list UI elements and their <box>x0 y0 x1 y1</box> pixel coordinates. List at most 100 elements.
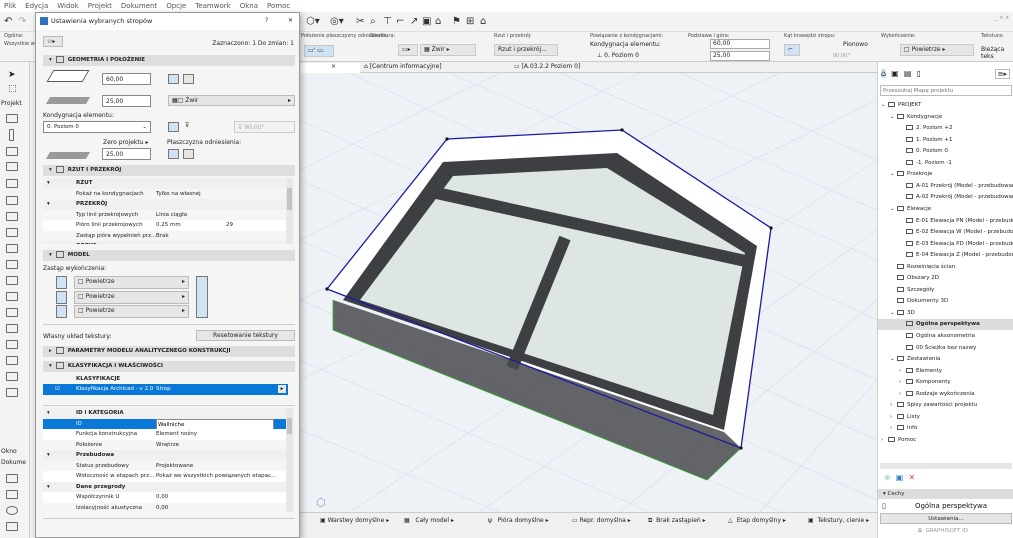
navigator-item[interactable]: › Pomoc <box>878 435 1013 446</box>
view-map-icon[interactable]: ▣ <box>891 69 899 78</box>
property-row[interactable]: Funkcja konstrukcyjna Element nośny <box>43 429 288 440</box>
properties-scrollbar[interactable] <box>286 408 293 512</box>
expand-icon[interactable] <box>890 285 897 296</box>
zone-tool-icon[interactable] <box>6 340 18 349</box>
navigator-item[interactable]: 0. Poziom 0 <box>878 146 1013 157</box>
navigator-item[interactable]: › Komponenty <box>878 377 1013 388</box>
navigator-item[interactable]: › Listy <box>878 412 1013 423</box>
layers-button[interactable]: ▣ Warstwy domyślne ▸ <box>320 517 389 524</box>
box-icon[interactable]: ▣ <box>422 16 431 27</box>
reset-texture-button[interactable]: Resetowanie tekstury <box>196 330 295 341</box>
expand-icon[interactable] <box>899 216 906 227</box>
bottom-surface-icon[interactable] <box>56 305 67 318</box>
representation-button[interactable]: ▭ Repr. domyślna ▸ <box>572 517 631 524</box>
home-icon[interactable]: ⌂ <box>480 16 486 27</box>
layout-book-icon[interactable]: ▤ <box>904 69 912 78</box>
level-tool-icon[interactable] <box>6 490 18 499</box>
collapse-icon[interactable]: ▾ <box>47 199 50 210</box>
expand-icon[interactable]: ⌄ <box>890 204 897 215</box>
expand-icon[interactable] <box>890 262 897 273</box>
navigator-menu-icon[interactable]: ≡▸ <box>994 69 1010 79</box>
shell-tool-icon[interactable] <box>6 196 18 205</box>
menu-okna[interactable]: Okna <box>240 2 258 10</box>
expand-icon[interactable] <box>899 343 906 354</box>
navigator-item[interactable]: ⌄ 3D <box>878 308 1013 319</box>
expand-icon[interactable]: ⌄ <box>890 169 897 180</box>
navigator-item[interactable]: E-04 Elewacja Z (Model - przebudowanie) <box>878 250 1013 261</box>
arrow-tool-icon[interactable]: ➤ <box>8 70 16 80</box>
undo-icon[interactable]: ↶ <box>4 16 12 27</box>
structure-composite-button[interactable] <box>183 74 194 84</box>
window-controls[interactable]: _ ▫ x <box>995 14 1009 21</box>
expand-icon[interactable] <box>899 181 906 192</box>
graphisoft-id[interactable]: ⧉ GRAPHISOFT ID <box>918 528 968 535</box>
menu-teamwork[interactable]: Teamwork <box>195 2 230 10</box>
expand-icon[interactable] <box>890 273 897 284</box>
property-value[interactable]: Element nośny <box>156 429 197 440</box>
checkbox-checked-icon[interactable]: ☑ <box>55 384 60 395</box>
expand-icon[interactable] <box>899 135 906 146</box>
classification-row[interactable]: ☑ Klasyfikacja Archicad - v 2.0 Strop ▸ <box>43 384 288 395</box>
chain-link-icon[interactable] <box>196 276 208 318</box>
settings-button[interactable]: Ustawienia... <box>880 513 1012 524</box>
camera-tool-icon[interactable] <box>6 388 18 397</box>
expand-icon[interactable] <box>890 296 897 307</box>
curve-icon[interactable]: ↗ <box>410 16 418 27</box>
property-value[interactable]: Pokaż we wszystkich powiązanych etapac..… <box>156 471 276 482</box>
expand-icon[interactable]: ⌄ <box>890 308 897 319</box>
publisher-icon[interactable]: ▯ <box>916 69 920 78</box>
navigator-item[interactable]: Ogólna perspektywa <box>878 319 1013 331</box>
structure-select[interactable]: ▦□ Żwir ▸ <box>168 95 295 106</box>
door-tool-icon[interactable] <box>6 260 18 269</box>
phase-button[interactable]: △ Etap domyślny ▸ <box>728 517 786 524</box>
finish-select[interactable]: □ Powietrze ▸ <box>900 44 974 56</box>
navigator-item[interactable]: › Elementy <box>878 366 1013 377</box>
model-section-header[interactable]: ▾ MODEL <box>43 250 295 261</box>
navigator-item[interactable]: Szczegóły <box>878 285 1013 296</box>
close-button[interactable]: ✕ <box>288 17 293 24</box>
tab-blank[interactable] <box>300 63 360 73</box>
geometry-section-header[interactable]: ▾ GEOMETRIA I POŁOŻENIE <box>43 55 295 66</box>
menu-dokument[interactable]: Dokument <box>121 2 157 10</box>
top-input[interactable]: 60,00 <box>710 39 770 49</box>
project-zero-label[interactable]: Zero projektu ▸ <box>103 139 148 146</box>
edge-angle-icon[interactable]: ⊽ <box>185 122 189 129</box>
delete-icon[interactable]: ✕ <box>908 473 915 482</box>
structure-basic-button[interactable] <box>168 74 179 84</box>
slab-tool-icon[interactable] <box>6 162 18 171</box>
structure-icon[interactable]: ⊞ <box>466 16 474 27</box>
property-value[interactable]: Tylko na własnej <box>156 189 201 200</box>
line-tool-icon[interactable] <box>6 522 18 531</box>
property-value[interactable]: Wnętrze <box>156 440 179 451</box>
texture-value[interactable]: Bieżąca teks <box>981 46 1013 60</box>
curtain-wall-tool-icon[interactable] <box>6 244 18 253</box>
property-row[interactable]: Typ linii przekrojowych Linia ciągła <box>43 209 288 221</box>
expand-icon[interactable]: ⌄ <box>890 354 897 365</box>
magic-wand-icon[interactable]: ⌕ <box>370 16 376 27</box>
collapse-icon[interactable]: ▾ <box>47 482 50 493</box>
expand-icon[interactable]: › <box>899 377 906 388</box>
collapse-icon[interactable]: ▾ <box>47 408 50 419</box>
orbit-icon[interactable]: ◎▾ <box>330 16 344 27</box>
object-tool-icon[interactable] <box>6 308 18 317</box>
property-row[interactable]: Pokaż na kondygnacjach Tylko na własnej <box>43 188 288 200</box>
navigation-cube-icon[interactable]: ⬡ <box>316 496 326 509</box>
expand-icon[interactable]: › <box>899 389 906 400</box>
skylight-tool-icon[interactable] <box>6 292 18 301</box>
help-button[interactable]: ? <box>265 17 268 24</box>
property-group[interactable]: ▾ PRZEKRÓJ <box>43 199 288 210</box>
thickness-input[interactable]: 60,00 <box>102 73 151 85</box>
navigator-item[interactable]: › Info <box>878 423 1013 434</box>
mesh-tool-icon[interactable] <box>6 356 18 365</box>
property-value[interactable]: Linia ciągła <box>156 210 187 221</box>
bottom-input[interactable]: 25,00 <box>710 51 770 61</box>
navigator-item[interactable]: 2. Poziom +2 <box>878 123 1013 134</box>
expand-icon[interactable] <box>899 146 906 157</box>
collapse-icon[interactable]: ▾ <box>47 178 50 189</box>
property-group[interactable]: ▾ Przebudowa <box>43 450 288 461</box>
textures-button[interactable]: ▣ Tekstury, cienie ▸ <box>808 517 869 524</box>
navigator-item[interactable]: Rozwinięcia ścian <box>878 262 1013 273</box>
navigator-item[interactable]: ⌄ Przekroje <box>878 169 1013 180</box>
top-surface-icon[interactable] <box>56 276 67 289</box>
tab-plan[interactable]: ▭ [A.03.2.2 Poziom 0] <box>510 63 584 73</box>
